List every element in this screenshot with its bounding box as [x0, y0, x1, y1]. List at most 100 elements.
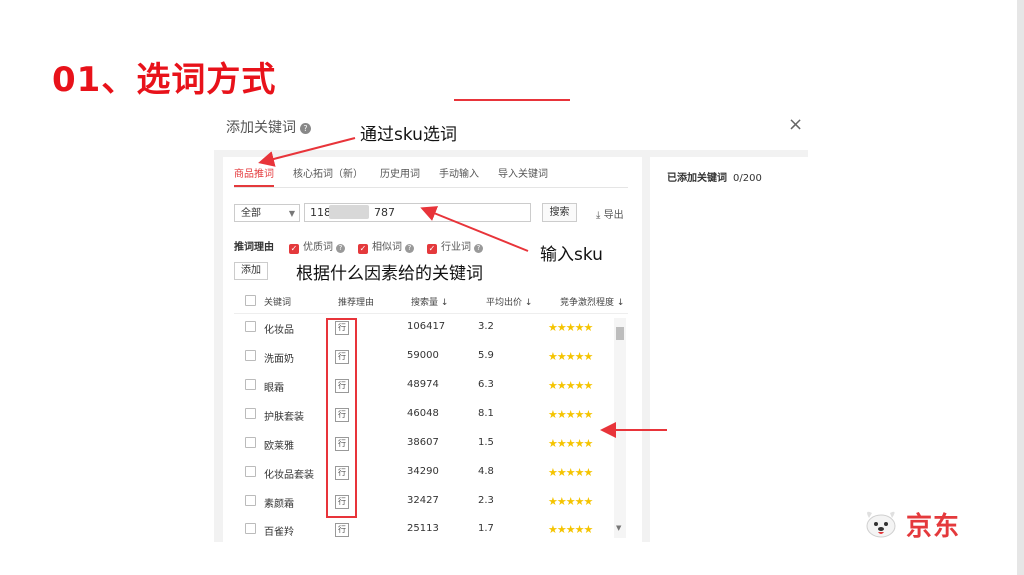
scrollbar-thumb[interactable] [616, 327, 624, 340]
annotation-reason: 根据什么因素给的关键词 [296, 264, 483, 284]
search-button[interactable]: 搜索 [542, 203, 577, 222]
sku-prefix: 118 [310, 206, 331, 219]
col-competition[interactable]: 竞争激烈程度 ↓ [560, 295, 624, 308]
checkbox-quality-label: 优质词 [303, 242, 333, 253]
checkbox-similar[interactable]: ✓ 相似词? [358, 238, 414, 254]
scope-select[interactable]: 全部 ▼ [234, 204, 300, 222]
scope-select-value: 全部 [241, 208, 261, 219]
table-row: 素颜霜 行 32427 2.3 ★★★★★ [234, 488, 614, 517]
row-checkbox[interactable] [245, 379, 256, 393]
row-volume: 34290 [407, 466, 439, 477]
row-volume: 48974 [407, 379, 439, 390]
col-volume[interactable]: 搜索量 ↓ [411, 295, 448, 308]
jd-logo-text: 京东 [906, 512, 961, 542]
star-rating: ★★★★★ [548, 350, 593, 363]
close-icon[interactable]: × [788, 114, 803, 135]
check-icon: ✓ [289, 244, 299, 254]
add-button[interactable]: 添加 [234, 262, 268, 280]
row-price: 1.7 [478, 523, 494, 534]
row-keyword: 护肤套装 [264, 412, 304, 423]
checkbox-icon [245, 321, 256, 332]
table-row: 百雀羚 行 25113 1.7 ★★★★★ [234, 516, 614, 540]
row-keyword: 眼霜 [264, 383, 284, 394]
sku-blur-mask [329, 205, 369, 219]
check-icon: ✓ [427, 244, 437, 254]
select-all-checkbox[interactable] [245, 295, 256, 309]
export-button[interactable]: ⤓ 导出 [596, 206, 624, 221]
table-row: 化妆品 行 106417 3.2 ★★★★★ [234, 314, 614, 343]
row-checkbox[interactable] [245, 321, 256, 335]
row-checkbox[interactable] [245, 523, 256, 537]
row-price: 6.3 [478, 379, 494, 390]
tab-manual-input[interactable]: 手动输入 [439, 165, 479, 180]
check-icon: ✓ [358, 244, 368, 254]
row-volume: 106417 [407, 321, 446, 332]
checkbox-icon [245, 350, 256, 361]
reason-highlight-box [326, 318, 357, 518]
checkbox-quality[interactable]: ✓ 优质词? [289, 238, 345, 254]
table-row: 洗面奶 行 59000 5.9 ★★★★★ [234, 343, 614, 372]
row-keyword: 化妆品 [264, 325, 294, 336]
tab-import[interactable]: 导入关键词 [498, 165, 548, 180]
row-checkbox[interactable] [245, 466, 256, 480]
star-rating: ★★★★★ [548, 466, 593, 479]
row-price: 2.3 [478, 495, 494, 506]
row-checkbox[interactable] [245, 350, 256, 364]
row-volume: 32427 [407, 495, 439, 506]
download-icon: ⤓ [596, 210, 601, 221]
scroll-down-icon[interactable]: ▼ [616, 524, 621, 532]
help-icon[interactable]: ? [300, 123, 311, 134]
tab-history[interactable]: 历史用词 [380, 165, 420, 180]
export-label: 导出 [603, 210, 624, 221]
row-checkbox[interactable] [245, 408, 256, 422]
star-rating: ★★★★★ [548, 379, 593, 392]
row-volume: 25113 [407, 523, 439, 534]
checkbox-icon [245, 408, 256, 419]
table-header: 关键词 推荐理由 搜索量 ↓ 平均出价 ↓ 竞争激烈程度 ↓ [234, 289, 628, 314]
help-icon: ? [336, 244, 345, 253]
row-price: 4.8 [478, 466, 494, 477]
table-row: 护肤套装 行 46048 8.1 ★★★★★ [234, 401, 614, 430]
tab-core-expand[interactable]: 核心拓词（新） [293, 165, 363, 180]
help-icon: ? [405, 244, 414, 253]
checkbox-industry-label: 行业词 [441, 242, 471, 253]
tab-bar: 商品推词 核心拓词（新） 历史用词 手动输入 导入关键词 [234, 165, 628, 188]
checkbox-icon [245, 466, 256, 477]
checkbox-icon [245, 437, 256, 448]
col-reason: 推荐理由 [338, 298, 375, 308]
annotation-input-sku: 输入sku [540, 245, 603, 265]
help-icon: ? [474, 244, 483, 253]
row-volume: 59000 [407, 350, 439, 361]
table-row: 化妆品套装 行 34290 4.8 ★★★★★ [234, 459, 614, 488]
checkbox-icon [245, 379, 256, 390]
checkbox-icon [245, 523, 256, 534]
chevron-down-icon: ▼ [288, 209, 295, 218]
dialog-accent-line [454, 99, 570, 101]
row-checkbox[interactable] [245, 437, 256, 451]
slide-title: 01、选词方式 [52, 60, 277, 100]
row-volume: 46048 [407, 408, 439, 419]
star-rating: ★★★★★ [548, 321, 593, 334]
row-keyword: 百雀羚 [264, 527, 294, 538]
star-rating: ★★★★★ [548, 523, 593, 536]
checkbox-similar-label: 相似词 [372, 242, 402, 253]
row-keyword: 素颜霜 [264, 499, 294, 510]
added-keywords-label: 已添加关键词 0/200 [667, 169, 762, 184]
added-count: 0/200 [733, 173, 762, 184]
row-checkbox[interactable] [245, 495, 256, 509]
col-keyword: 关键词 [264, 298, 292, 308]
row-price: 1.5 [478, 437, 494, 448]
added-label-text: 已添加关键词 [667, 173, 727, 184]
slide-edge [1017, 0, 1024, 575]
row-keyword: 化妆品套装 [264, 470, 314, 481]
row-volume: 38607 [407, 437, 439, 448]
reason-filter-row: 推词理由 ✓ 优质词? ✓ 相似词? ✓ 行业词? [234, 238, 494, 254]
tab-product-recommend[interactable]: 商品推词 [234, 165, 274, 187]
checkbox-industry[interactable]: ✓ 行业词? [427, 238, 483, 254]
table-row: 欧莱雅 行 38607 1.5 ★★★★★ [234, 430, 614, 459]
reason-tag: 行 [335, 523, 349, 537]
table-scrollbar[interactable] [614, 318, 626, 538]
star-rating: ★★★★★ [548, 408, 593, 421]
dialog-title-text: 添加关键词 [226, 120, 296, 136]
col-price[interactable]: 平均出价 ↓ [486, 295, 532, 308]
